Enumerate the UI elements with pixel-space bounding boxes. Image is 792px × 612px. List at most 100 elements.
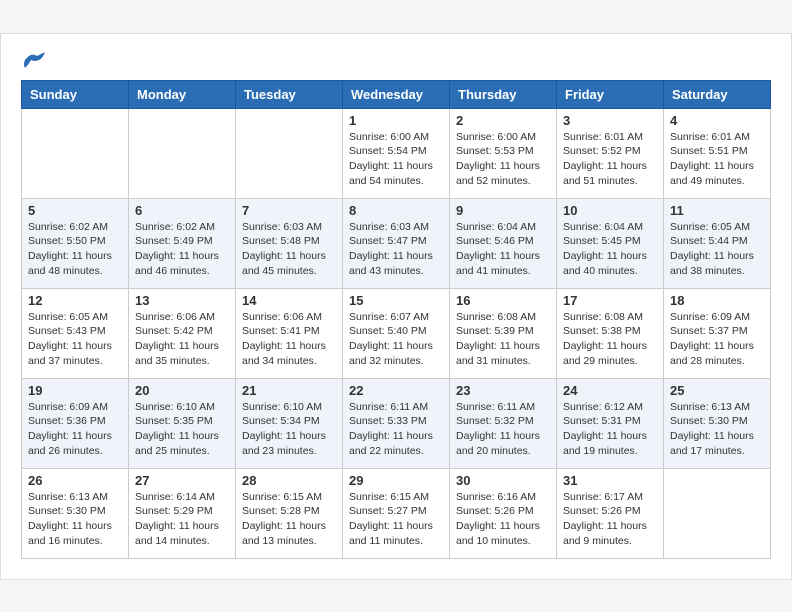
calendar-cell: 24 Sunrise: 6:12 AM Sunset: 5:31 PM Dayli…	[557, 378, 664, 468]
calendar-header	[21, 54, 771, 64]
cell-day-number: 30	[456, 473, 550, 488]
calendar-cell: 27Sunrise: 6:14 AM Sunset: 5:29 PM Dayli…	[129, 468, 236, 558]
calendar-cell: 31Sunrise: 6:17 AM Sunset: 5:26 PM Dayli…	[557, 468, 664, 558]
calendar-cell: 25Sunrise: 6:13 AM Sunset: 5:30 PM Dayli…	[664, 378, 771, 468]
weekday-header-monday: Monday	[129, 80, 236, 108]
weekday-header-row: SundayMondayTuesdayWednesdayThursdayFrid…	[22, 80, 771, 108]
calendar-cell	[236, 108, 343, 198]
cell-day-info: Sunrise: 6:02 AM Sunset: 5:50 PM Dayligh…	[28, 220, 122, 279]
cell-day-info: Sunrise: 6:12 AM Sunset: 5:31 PM Dayligh…	[563, 400, 657, 459]
cell-day-info: Sunrise: 6:10 AM Sunset: 5:34 PM Dayligh…	[242, 400, 336, 459]
calendar-cell: 21 Sunrise: 6:10 AM Sunset: 5:34 PM Dayli…	[236, 378, 343, 468]
cell-day-info: Sunrise: 6:03 AM Sunset: 5:48 PM Dayligh…	[242, 220, 336, 279]
calendar-cell: 9Sunrise: 6:04 AM Sunset: 5:46 PM Daylig…	[450, 198, 557, 288]
calendar-cell	[129, 108, 236, 198]
calendar-week-row: 26 Sunrise: 6:13 AM Sunset: 5:30 PM Dayli…	[22, 468, 771, 558]
cell-day-number: 10	[563, 203, 657, 218]
calendar-cell: 3 Sunrise: 6:01 AM Sunset: 5:52 PM Daylig…	[557, 108, 664, 198]
cell-day-info: Sunrise: 6:06 AM Sunset: 5:42 PM Dayligh…	[135, 310, 229, 369]
calendar-cell: 1 Sunrise: 6:00 AM Sunset: 5:54 PM Daylig…	[343, 108, 450, 198]
cell-day-info: Sunrise: 6:13 AM Sunset: 5:30 PM Dayligh…	[28, 490, 122, 549]
cell-day-info: Sunrise: 6:11 AM Sunset: 5:33 PM Dayligh…	[349, 400, 443, 459]
cell-day-info: Sunrise: 6:11 AM Sunset: 5:32 PM Dayligh…	[456, 400, 550, 459]
calendar-cell: 28 Sunrise: 6:15 AM Sunset: 5:28 PM Dayli…	[236, 468, 343, 558]
cell-day-number: 26	[28, 473, 122, 488]
calendar-cell: 15 Sunrise: 6:07 AM Sunset: 5:40 PM Dayli…	[343, 288, 450, 378]
calendar-cell	[664, 468, 771, 558]
calendar-cell: 13 Sunrise: 6:06 AM Sunset: 5:42 PM Dayli…	[129, 288, 236, 378]
cell-day-info: Sunrise: 6:16 AM Sunset: 5:26 PM Dayligh…	[456, 490, 550, 549]
cell-day-info: Sunrise: 6:01 AM Sunset: 5:52 PM Dayligh…	[563, 130, 657, 189]
cell-day-info: Sunrise: 6:04 AM Sunset: 5:46 PM Dayligh…	[456, 220, 550, 279]
cell-day-info: Sunrise: 6:06 AM Sunset: 5:41 PM Dayligh…	[242, 310, 336, 369]
cell-day-info: Sunrise: 6:08 AM Sunset: 5:39 PM Dayligh…	[456, 310, 550, 369]
calendar-cell: 2 Sunrise: 6:00 AM Sunset: 5:53 PM Daylig…	[450, 108, 557, 198]
calendar-week-row: 5 Sunrise: 6:02 AM Sunset: 5:50 PM Daylig…	[22, 198, 771, 288]
cell-day-number: 24	[563, 383, 657, 398]
calendar-cell: 19 Sunrise: 6:09 AM Sunset: 5:36 PM Dayli…	[22, 378, 129, 468]
cell-day-number: 28	[242, 473, 336, 488]
calendar-cell: 12Sunrise: 6:05 AM Sunset: 5:43 PM Dayli…	[22, 288, 129, 378]
calendar-week-row: 19 Sunrise: 6:09 AM Sunset: 5:36 PM Dayli…	[22, 378, 771, 468]
cell-day-info: Sunrise: 6:03 AM Sunset: 5:47 PM Dayligh…	[349, 220, 443, 279]
calendar-cell: 14 Sunrise: 6:06 AM Sunset: 5:41 PM Dayli…	[236, 288, 343, 378]
calendar-week-row: 1 Sunrise: 6:00 AM Sunset: 5:54 PM Daylig…	[22, 108, 771, 198]
cell-day-number: 15	[349, 293, 443, 308]
cell-day-info: Sunrise: 6:09 AM Sunset: 5:36 PM Dayligh…	[28, 400, 122, 459]
cell-day-number: 27	[135, 473, 229, 488]
calendar-cell: 7 Sunrise: 6:03 AM Sunset: 5:48 PM Daylig…	[236, 198, 343, 288]
calendar-cell: 23Sunrise: 6:11 AM Sunset: 5:32 PM Dayli…	[450, 378, 557, 468]
cell-day-info: Sunrise: 6:07 AM Sunset: 5:40 PM Dayligh…	[349, 310, 443, 369]
calendar-cell	[22, 108, 129, 198]
cell-day-number: 29	[349, 473, 443, 488]
cell-day-number: 7	[242, 203, 336, 218]
cell-day-number: 4	[670, 113, 764, 128]
cell-day-info: Sunrise: 6:08 AM Sunset: 5:38 PM Dayligh…	[563, 310, 657, 369]
calendar-week-row: 12Sunrise: 6:05 AM Sunset: 5:43 PM Dayli…	[22, 288, 771, 378]
cell-day-info: Sunrise: 6:00 AM Sunset: 5:53 PM Dayligh…	[456, 130, 550, 189]
calendar-cell: 11 Sunrise: 6:05 AM Sunset: 5:44 PM Dayli…	[664, 198, 771, 288]
cell-day-number: 8	[349, 203, 443, 218]
cell-day-number: 18	[670, 293, 764, 308]
cell-day-number: 21	[242, 383, 336, 398]
logo	[21, 54, 45, 64]
weekday-header-saturday: Saturday	[664, 80, 771, 108]
cell-day-number: 19	[28, 383, 122, 398]
cell-day-info: Sunrise: 6:15 AM Sunset: 5:28 PM Dayligh…	[242, 490, 336, 549]
calendar-cell: 16 Sunrise: 6:08 AM Sunset: 5:39 PM Dayli…	[450, 288, 557, 378]
calendar-cell: 20 Sunrise: 6:10 AM Sunset: 5:35 PM Dayli…	[129, 378, 236, 468]
cell-day-number: 3	[563, 113, 657, 128]
cell-day-number: 31	[563, 473, 657, 488]
cell-day-number: 20	[135, 383, 229, 398]
cell-day-info: Sunrise: 6:09 AM Sunset: 5:37 PM Dayligh…	[670, 310, 764, 369]
cell-day-number: 5	[28, 203, 122, 218]
calendar-container: SundayMondayTuesdayWednesdayThursdayFrid…	[0, 33, 792, 580]
cell-day-info: Sunrise: 6:05 AM Sunset: 5:44 PM Dayligh…	[670, 220, 764, 279]
cell-day-number: 1	[349, 113, 443, 128]
calendar-cell: 18 Sunrise: 6:09 AM Sunset: 5:37 PM Dayli…	[664, 288, 771, 378]
cell-day-number: 2	[456, 113, 550, 128]
calendar-cell: 5 Sunrise: 6:02 AM Sunset: 5:50 PM Daylig…	[22, 198, 129, 288]
calendar-table: SundayMondayTuesdayWednesdayThursdayFrid…	[21, 80, 771, 559]
logo-bird-icon	[23, 52, 45, 68]
cell-day-info: Sunrise: 6:00 AM Sunset: 5:54 PM Dayligh…	[349, 130, 443, 189]
cell-day-number: 22	[349, 383, 443, 398]
calendar-cell: 22 Sunrise: 6:11 AM Sunset: 5:33 PM Dayli…	[343, 378, 450, 468]
cell-day-info: Sunrise: 6:02 AM Sunset: 5:49 PM Dayligh…	[135, 220, 229, 279]
calendar-cell: 4 Sunrise: 6:01 AM Sunset: 5:51 PM Daylig…	[664, 108, 771, 198]
cell-day-number: 12	[28, 293, 122, 308]
cell-day-number: 17	[563, 293, 657, 308]
cell-day-number: 11	[670, 203, 764, 218]
weekday-header-wednesday: Wednesday	[343, 80, 450, 108]
weekday-header-sunday: Sunday	[22, 80, 129, 108]
cell-day-info: Sunrise: 6:10 AM Sunset: 5:35 PM Dayligh…	[135, 400, 229, 459]
cell-day-number: 13	[135, 293, 229, 308]
cell-day-info: Sunrise: 6:15 AM Sunset: 5:27 PM Dayligh…	[349, 490, 443, 549]
calendar-cell: 6Sunrise: 6:02 AM Sunset: 5:49 PM Daylig…	[129, 198, 236, 288]
cell-day-number: 14	[242, 293, 336, 308]
calendar-cell: 26 Sunrise: 6:13 AM Sunset: 5:30 PM Dayli…	[22, 468, 129, 558]
cell-day-number: 16	[456, 293, 550, 308]
calendar-cell: 29 Sunrise: 6:15 AM Sunset: 5:27 PM Dayli…	[343, 468, 450, 558]
cell-day-info: Sunrise: 6:04 AM Sunset: 5:45 PM Dayligh…	[563, 220, 657, 279]
cell-day-info: Sunrise: 6:01 AM Sunset: 5:51 PM Dayligh…	[670, 130, 764, 189]
